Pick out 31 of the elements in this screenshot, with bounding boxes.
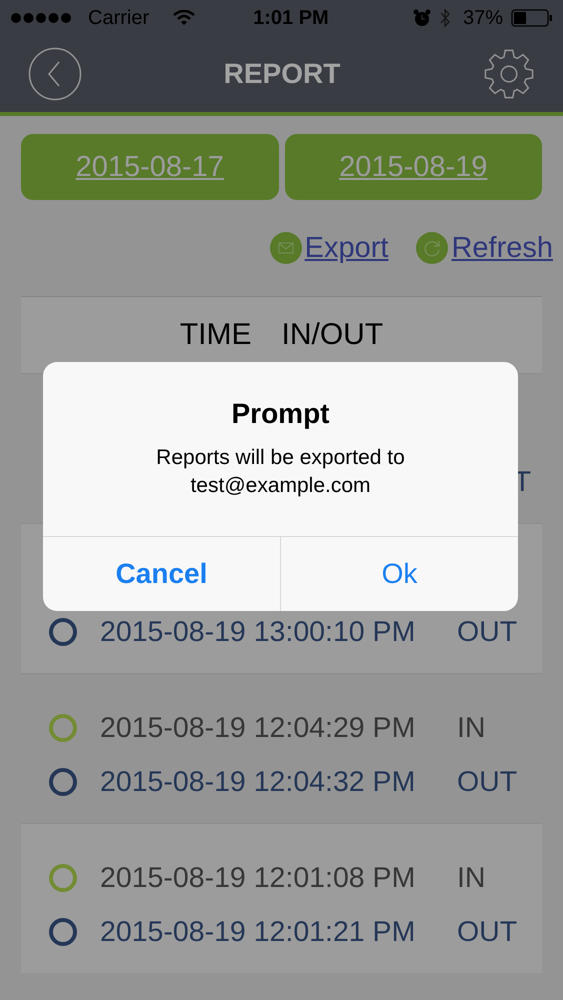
- battery-percent: 37%: [462, 6, 503, 30]
- entry-direction: IN: [457, 712, 486, 744]
- page-title: REPORT: [224, 58, 340, 90]
- back-icon[interactable]: [28, 47, 82, 101]
- action-link[interactable]: Export: [304, 232, 388, 264]
- entry-time: 2015-08-19 12:04:32 PM: [100, 766, 416, 798]
- wifi-icon: [173, 10, 196, 26]
- alarm-icon: [412, 9, 431, 27]
- dialog-title: Prompt: [232, 398, 330, 430]
- carrier-name: Carrier: [88, 6, 150, 30]
- dialog-message: Reports will be exported to test@example.com: [155, 445, 406, 499]
- entry-time: 2015-08-19 12:01:08 PM: [100, 862, 416, 894]
- entry-time: 2015-08-19 12:04:29 PM: [100, 712, 416, 744]
- column-header: IN/OUT: [282, 318, 384, 352]
- column-header: TIME: [180, 318, 252, 352]
- action-link[interactable]: Refresh: [451, 232, 553, 264]
- date-button[interactable]: 2015-08-19: [284, 134, 542, 200]
- entry-direction: OUT: [457, 916, 518, 948]
- signal-icon: [10, 12, 74, 24]
- cancel-button[interactable]: Cancel: [43, 537, 280, 611]
- battery-icon: [511, 9, 553, 27]
- entry-direction: IN: [457, 862, 486, 894]
- settings-icon[interactable]: [482, 47, 536, 101]
- clock-time: 1:01 PM: [253, 6, 329, 30]
- entry-direction: OUT: [457, 616, 518, 648]
- entry-time: 2015-08-19 13:00:10 PM: [100, 616, 416, 648]
- bluetooth-icon: [438, 8, 451, 28]
- confirm-button[interactable]: Ok: [280, 537, 518, 611]
- date-button[interactable]: 2015-08-17: [21, 134, 278, 200]
- entry-time: 2015-08-19 12:01:21 PM: [100, 916, 416, 948]
- entry-direction: OUT: [457, 766, 518, 798]
